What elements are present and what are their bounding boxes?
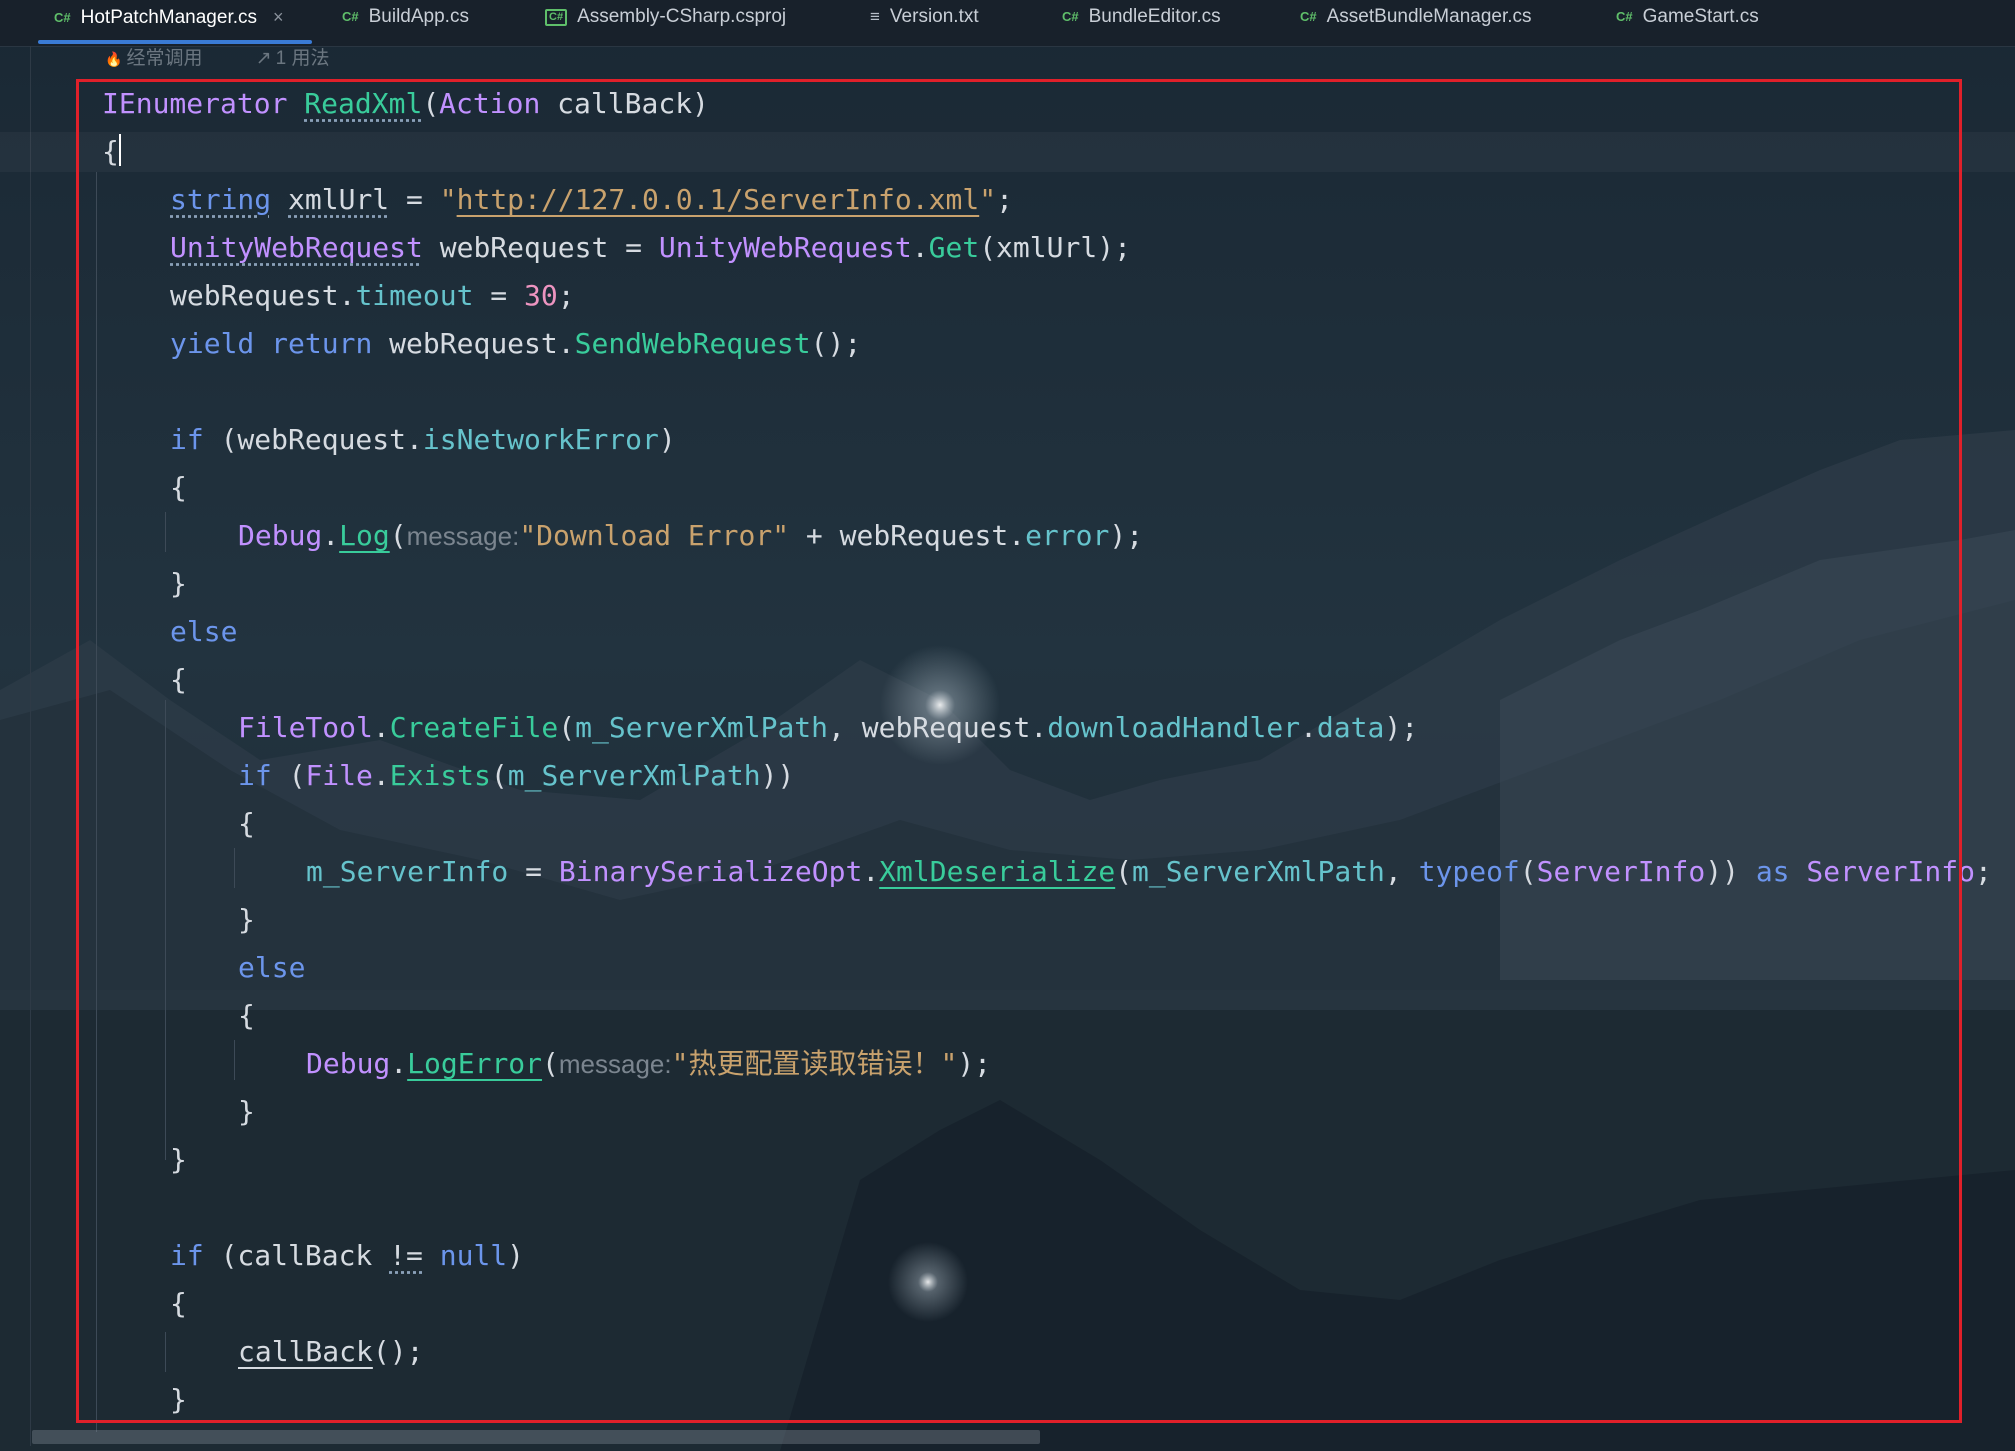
red-annotation-box xyxy=(76,79,1962,1423)
tab-label: Assembly-CSharp.csproj xyxy=(577,6,787,27)
tab-label: BundleEditor.cs xyxy=(1088,6,1221,27)
text-file-icon: ≡ xyxy=(870,7,880,26)
tab-assetbundlemanager[interactable]: C# AssetBundleManager.cs xyxy=(1300,0,1532,36)
tab-label: Version.txt xyxy=(889,6,979,27)
editor-tab-bar: C# HotPatchManager.cs × C# BuildApp.cs C# As… xyxy=(0,0,2015,47)
frequent-call-hint[interactable]: 🔥 经常调用 xyxy=(105,48,226,69)
tab-gamestart[interactable]: C# GameStart.cs xyxy=(1616,0,1759,36)
usages-icon: ↗ xyxy=(255,48,272,69)
horizontal-scrollbar[interactable] xyxy=(32,1430,1040,1444)
close-tab-icon[interactable]: × xyxy=(273,0,284,34)
tab-label: GameStart.cs xyxy=(1642,6,1759,27)
csharp-file-icon: C# xyxy=(1300,9,1317,24)
csharp-file-icon: C# xyxy=(1616,9,1633,24)
flame-icon: 🔥 xyxy=(105,51,123,67)
tab-assembly-csproj[interactable]: C# Assembly-CSharp.csproj xyxy=(545,0,786,36)
tab-label: BuildApp.cs xyxy=(368,6,469,27)
tab-version-txt[interactable]: ≡ Version.txt xyxy=(870,0,979,36)
tab-hotpatchmanager[interactable]: C# HotPatchManager.cs × xyxy=(38,0,311,44)
csharp-file-icon: C# xyxy=(54,10,71,25)
csproj-file-icon: C# xyxy=(545,9,568,26)
tab-label: AssetBundleManager.cs xyxy=(1326,6,1532,27)
tab-label: HotPatchManager.cs xyxy=(80,7,257,28)
usages-hint[interactable]: ↗ 1 用法 xyxy=(256,48,354,69)
csharp-file-icon: C# xyxy=(1062,9,1079,24)
tab-buildapp[interactable]: C# BuildApp.cs xyxy=(342,0,469,36)
code-vision-hints: 🔥 经常调用 ↗ 1 用法 xyxy=(105,46,378,74)
csharp-file-icon: C# xyxy=(342,9,359,24)
tab-bundleeditor[interactable]: C# BundleEditor.cs xyxy=(1062,0,1221,36)
